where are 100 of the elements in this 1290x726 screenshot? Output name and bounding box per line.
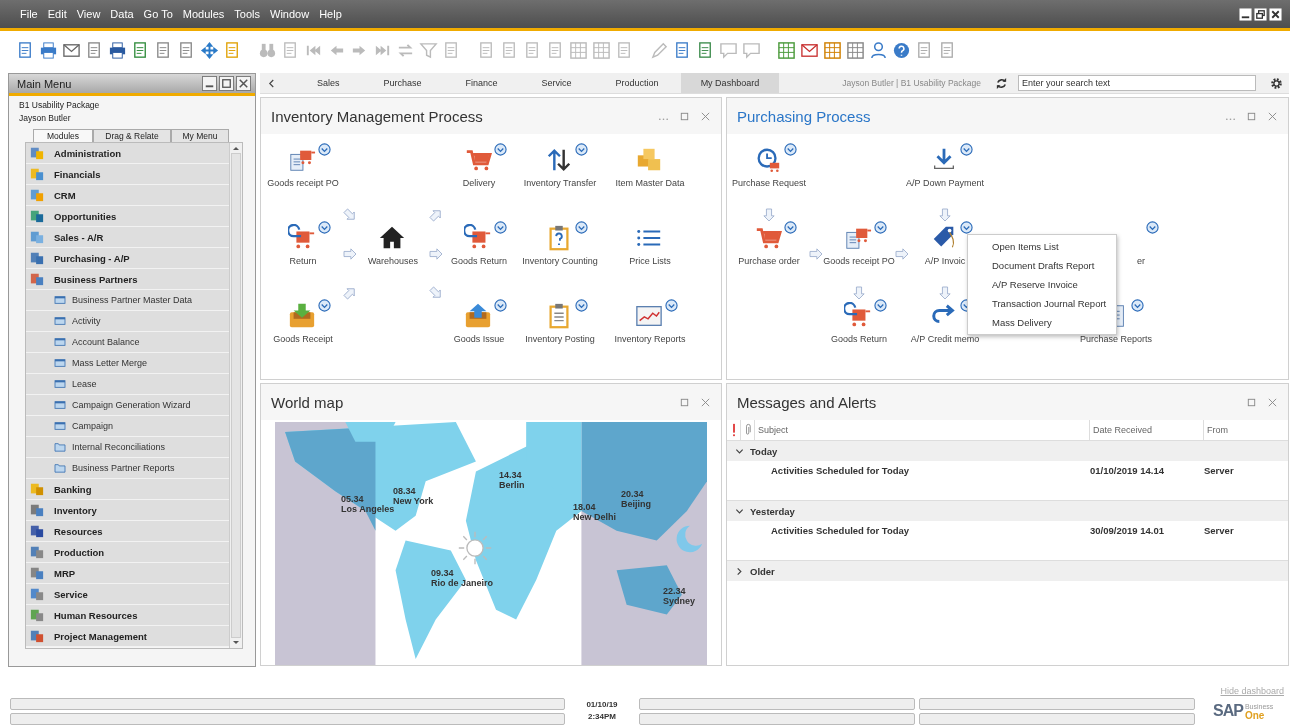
module-item[interactable]: Production [26,542,229,563]
node-label[interactable]: Delivery [462,178,496,189]
menu-tab[interactable]: Modules [33,129,93,142]
menu-item[interactable]: Campaign Generation Wizard [26,395,229,416]
module-item[interactable]: Administration [26,143,229,164]
node-label[interactable]: Price Lists [629,256,671,267]
node-label[interactable]: Return [289,256,317,267]
node-label[interactable]: Goods Return [451,256,507,267]
menu-item[interactable]: Open Items List [968,237,1116,256]
group-label: Today [750,445,778,457]
city-label: 20.34 Beijing [621,489,651,509]
module-item[interactable]: CRM [26,185,229,206]
group-row[interactable]: Today [727,441,1288,461]
group-row[interactable]: Yesterday [727,501,1288,521]
menu-item[interactable]: Internal Reconciliations [26,437,229,458]
menu-item[interactable]: Lease [26,374,229,395]
module-item[interactable]: Human Resources [26,605,229,626]
table-cell-text: Activities Scheduled for Today [770,465,911,476]
logo-text: One [1244,711,1266,720]
menu-item[interactable]: Edit [47,8,67,20]
node-label[interactable]: Warehouses [367,256,419,267]
node-label[interactable]: Goods receipt PO [823,256,895,267]
group-label: Yesterday [750,505,795,517]
module-item[interactable]: MRP [26,563,229,584]
node-label[interactable]: Inventory Posting [525,334,595,345]
node-label[interactable]: Goods receipt PO [267,178,339,189]
search-field[interactable]: Enter your search text [1018,75,1256,91]
user-name: Jayson Butler [19,112,72,125]
table-cell-text: Server [1204,525,1235,536]
city-label: 18.04 New Delhi [573,502,616,522]
table-cell-text: 01/10/2019 14.14 [1089,465,1165,476]
menu-item[interactable]: Business Partner Master Data [26,290,229,311]
node-label[interactable]: Inventory Reports [614,334,686,345]
menu-tab[interactable]: Drag & Relate [93,129,171,142]
table-cell-text: 30/09/2019 14.01 [1089,525,1165,536]
column-header[interactable]: From [1204,420,1288,440]
menu-item[interactable]: Data [110,8,134,20]
panel-title: Main Menu [17,77,73,90]
module-item[interactable]: Financials [26,164,229,185]
dashboard-tab[interactable]: Service [519,73,594,93]
module-item[interactable]: Sales - A/R [26,227,229,248]
dashboard-tab[interactable]: Sales [295,73,362,93]
menu-item[interactable]: Modules [182,8,225,20]
menu-item[interactable]: Business Partner Reports [26,458,229,479]
menu-item[interactable]: Mass Delivery [968,313,1116,332]
dashboard-tab[interactable]: Finance [443,73,520,93]
node-label[interactable]: Item Master Data [615,178,685,189]
menu-item[interactable]: File [20,8,38,20]
menu-item[interactable]: Document Drafts Report [968,256,1116,275]
dashboard-tab[interactable]: Purchase [361,73,444,93]
menu-item[interactable]: Account Balance [26,332,229,353]
node-label[interactable]: A/P Down Payment [906,178,984,189]
city-label: 14.34 Berlin [499,470,525,490]
node-label[interactable]: Goods Receipt [273,334,333,345]
node-label[interactable]: Purchase Reports [1079,334,1152,345]
company-name: B1 Usability Package [19,99,101,112]
column-header[interactable]: Subject [755,420,1090,440]
group-label: Older [750,565,775,577]
panel-title: Inventory Management Process [271,107,484,125]
panel-title: World map [271,393,345,411]
menu-item[interactable]: Activity [26,311,229,332]
menu-item[interactable]: Mass Letter Merge [26,353,229,374]
panel-title: Messages and Alerts [737,393,878,411]
group-row[interactable]: Older [727,561,1288,581]
menu-item[interactable]: Campaign [26,416,229,437]
table-cell-text: Server [1204,465,1235,476]
node-label[interactable]: er [1137,256,1145,267]
node-label[interactable]: Goods Issue [453,334,505,345]
module-item[interactable]: Project Management [26,626,229,647]
node-label[interactable]: Purchase order [738,256,800,267]
module-item[interactable]: Banking [26,479,229,500]
menu-item[interactable]: Transaction Journal Report [968,294,1116,313]
module-item[interactable]: Service [26,584,229,605]
menu-item[interactable]: A/P Reserve Invoice [968,275,1116,294]
module-item[interactable]: Inventory [26,500,229,521]
status-time: 2:34PM [588,711,616,723]
user-info: Jayson Butler | B1 Usability Package [842,78,981,88]
module-item[interactable]: Opportunities [26,206,229,227]
status-date: 01/10/19 [586,699,618,711]
node-label[interactable]: Inventory Counting [522,256,598,267]
node-label[interactable]: A/P Invoic [924,256,966,267]
menu-item[interactable]: Go To [143,8,173,20]
menu-tab[interactable]: My Menu [171,129,229,142]
node-label[interactable]: Inventory Transfer [523,178,597,189]
menu-item[interactable]: View [76,8,101,20]
module-item[interactable]: Purchasing - A/P [26,248,229,269]
node-label[interactable]: Purchase Request [731,178,806,189]
column-header[interactable]: Date Received [1090,420,1204,440]
menu-item[interactable]: Tools [234,8,261,20]
menu-item[interactable]: Window [270,8,310,20]
menu-item[interactable]: Help [319,8,342,20]
node-label[interactable]: A/P Credit memo [910,334,980,345]
module-item[interactable]: Business Partners [26,269,229,290]
table-cell-text: Activities Scheduled for Today [770,525,911,536]
logo-brand: SAP [1213,702,1243,720]
dashboard-tab[interactable]: Production [593,73,681,93]
module-item[interactable]: Resources [26,521,229,542]
dashboard-tab[interactable]: My Dashboard [680,73,780,93]
panel-title: Purchasing Process [737,107,872,125]
node-label[interactable]: Goods Return [831,334,887,345]
